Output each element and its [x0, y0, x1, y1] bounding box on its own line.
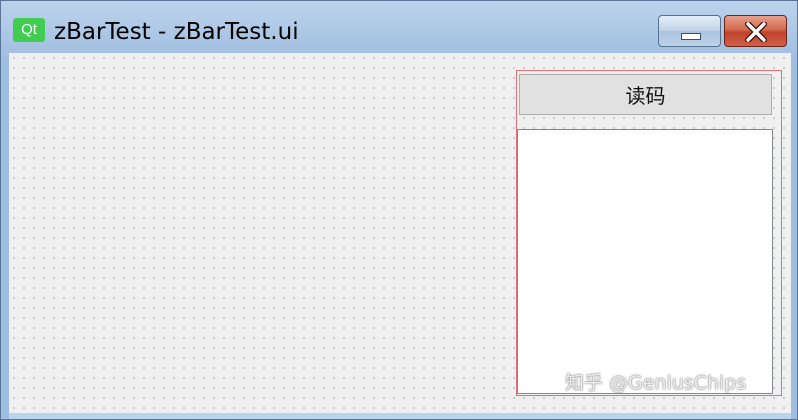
watermark-text: 知乎 @GeniusChips — [565, 372, 747, 394]
window-title: zBarTest - zBarTest.ui — [54, 19, 299, 45]
output-text-edit[interactable] — [517, 129, 773, 394]
qt-logo-icon: Qt — [13, 18, 45, 42]
minimize-icon — [681, 33, 701, 40]
read-code-button[interactable]: 读码 — [519, 74, 772, 115]
close-icon — [745, 22, 767, 42]
app-window: Qt zBarTest - zBarTest.ui 读码 — [0, 0, 798, 420]
close-button[interactable] — [724, 15, 787, 47]
title-bar[interactable]: Qt zBarTest - zBarTest.ui — [1, 1, 797, 53]
window-bottom-border — [9, 413, 791, 419]
form-canvas[interactable]: 读码 — [9, 53, 791, 413]
minimize-button[interactable] — [658, 15, 721, 47]
